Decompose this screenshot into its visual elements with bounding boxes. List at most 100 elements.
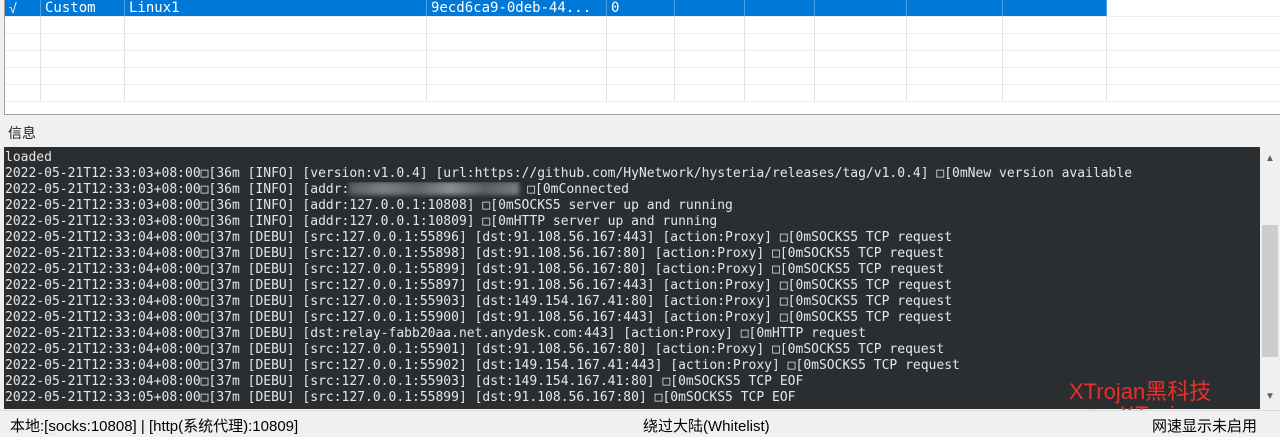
status-routing-mode[interactable]: 绕过大陆(Whitelist) bbox=[643, 415, 770, 436]
scroll-up-icon[interactable]: ▲ bbox=[1260, 151, 1280, 167]
log-line: 2022-05-21T12:33:03+08:00□[36m [INFO] [a… bbox=[5, 198, 1260, 214]
empty-cell bbox=[815, 34, 907, 50]
status-local-ports[interactable]: 本地:[socks:10808] | [http(系统代理):10809] bbox=[10, 415, 298, 436]
empty-cell bbox=[427, 51, 607, 67]
log-line-text: 2022-05-21T12:33:04+08:00□[37m [DEBU] [d… bbox=[5, 326, 866, 341]
server-cell bbox=[907, 0, 1003, 16]
server-alias-cell: Linux1 bbox=[125, 0, 427, 16]
empty-cell bbox=[907, 34, 1003, 50]
empty-cell bbox=[815, 85, 907, 101]
empty-cell bbox=[815, 17, 907, 33]
info-section-label: 信息 bbox=[8, 125, 36, 141]
empty-cell bbox=[41, 68, 125, 84]
log-line-text: 2022-05-21T12:33:05+08:00□[37m [DEBU] [s… bbox=[5, 390, 796, 405]
log-line-text: 2022-05-21T12:33:04+08:00□[37m [DEBU] [s… bbox=[5, 246, 945, 261]
empty-cell bbox=[907, 68, 1003, 84]
log-line: 2022-05-21T12:33:04+08:00□[37m [DEBU] [s… bbox=[5, 358, 1260, 374]
empty-cell bbox=[607, 51, 675, 67]
empty-cell bbox=[41, 34, 125, 50]
empty-cell bbox=[41, 51, 125, 67]
server-type-cell: Custom bbox=[41, 0, 125, 16]
server-cell bbox=[1003, 0, 1107, 16]
empty-cell bbox=[1003, 85, 1107, 101]
log-line-text: 2022-05-21T12:33:04+08:00□[37m [DEBU] [s… bbox=[5, 358, 960, 373]
empty-row bbox=[5, 68, 1280, 85]
empty-cell bbox=[675, 85, 745, 101]
log-line-tail: □[0mConnected bbox=[519, 182, 629, 197]
empty-cell bbox=[41, 17, 125, 33]
log-line-text: 2022-05-21T12:33:04+08:00□[37m [DEBU] [s… bbox=[5, 278, 953, 293]
empty-cell bbox=[5, 34, 41, 50]
log-line: 2022-05-21T12:33:04+08:00□[37m [DEBU] [s… bbox=[5, 294, 1260, 310]
log-line-text: 2022-05-21T12:33:04+08:00□[37m [DEBU] [s… bbox=[5, 262, 945, 277]
scroll-down-icon[interactable]: ▼ bbox=[1260, 389, 1280, 405]
log-line-text: 2022-05-21T12:33:04+08:00□[37m [DEBU] [s… bbox=[5, 230, 953, 245]
empty-rows bbox=[5, 17, 1280, 102]
log-line: 2022-05-21T12:33:04+08:00□[37m [DEBU] [s… bbox=[5, 310, 1260, 326]
empty-cell bbox=[125, 51, 427, 67]
status-speed: 网速显示未启用 bbox=[1152, 418, 1258, 435]
log-line: 2022-05-21T12:33:04+08:00□[37m [DEBU] [s… bbox=[5, 246, 1260, 262]
empty-cell bbox=[5, 51, 41, 67]
server-cell bbox=[745, 0, 815, 16]
log-line: 2022-05-21T12:33:03+08:00□[36m [INFO] [a… bbox=[5, 214, 1260, 230]
log-line: 2022-05-21T12:33:04+08:00□[37m [DEBU] [s… bbox=[5, 278, 1260, 294]
log-line: 2022-05-21T12:33:04+08:00□[37m [DEBU] [s… bbox=[5, 342, 1260, 358]
log-line-text: 2022-05-21T12:33:04+08:00□[37m [DEBU] [s… bbox=[5, 310, 953, 325]
empty-cell bbox=[815, 68, 907, 84]
log-line-text: 2022-05-21T12:33:03+08:00□[36m [INFO] [a… bbox=[5, 198, 733, 213]
empty-cell bbox=[815, 51, 907, 67]
empty-row bbox=[5, 51, 1280, 68]
empty-cell bbox=[5, 17, 41, 33]
empty-cell bbox=[427, 17, 607, 33]
log-line-text: 2022-05-21T12:33:04+08:00□[37m [DEBU] [s… bbox=[5, 374, 804, 389]
empty-cell bbox=[41, 85, 125, 101]
log-output-panel[interactable]: loaded 2022-05-21T12:33:03+08:00□[36m [IN… bbox=[4, 147, 1260, 409]
log-line: 2022-05-21T12:33:04+08:00□[37m [DEBU] [d… bbox=[5, 326, 1260, 342]
empty-row bbox=[5, 34, 1280, 51]
log-line-text: 2022-05-21T12:33:04+08:00□[37m [DEBU] [s… bbox=[5, 294, 953, 309]
log-line: loaded bbox=[5, 150, 1260, 166]
status-bar: 本地:[socks:10808] | [http(系统代理):10809] 绕过… bbox=[0, 410, 1280, 437]
empty-cell bbox=[1003, 34, 1107, 50]
empty-cell bbox=[675, 51, 745, 67]
log-line-text: 2022-05-21T12:33:03+08:00□[36m [INFO] [a… bbox=[5, 182, 350, 197]
empty-cell bbox=[1003, 51, 1107, 67]
server-port-cell: 0 bbox=[607, 0, 675, 16]
log-line-text: loaded bbox=[5, 150, 52, 165]
empty-cell bbox=[1003, 17, 1107, 33]
empty-cell bbox=[745, 34, 815, 50]
empty-cell bbox=[907, 51, 1003, 67]
empty-cell bbox=[745, 51, 815, 67]
empty-cell bbox=[745, 85, 815, 101]
log-line: 2022-05-21T12:33:04+08:00□[37m [DEBU] [s… bbox=[5, 230, 1260, 246]
log-line: 2022-05-21T12:33:04+08:00□[37m [DEBU] [s… bbox=[5, 262, 1260, 278]
log-line: 2022-05-21T12:33:03+08:00□[36m [INFO] [a… bbox=[5, 182, 1260, 198]
log-line-text: 2022-05-21T12:33:03+08:00□[36m [INFO] [a… bbox=[5, 214, 718, 229]
server-cell bbox=[675, 0, 745, 16]
empty-cell bbox=[607, 34, 675, 50]
redacted-address bbox=[349, 182, 520, 195]
server-row[interactable]: √ Custom Linux1 9ecd6ca9-0deb-44... 0 bbox=[5, 0, 1280, 17]
empty-cell bbox=[427, 85, 607, 101]
empty-cell bbox=[675, 68, 745, 84]
log-scrollbar[interactable]: ▲ ▼ bbox=[1260, 147, 1280, 409]
empty-cell bbox=[427, 34, 607, 50]
log-line-text: 2022-05-21T12:33:04+08:00□[37m [DEBU] [s… bbox=[5, 342, 945, 357]
empty-cell bbox=[607, 17, 675, 33]
empty-cell bbox=[125, 17, 427, 33]
empty-cell bbox=[675, 34, 745, 50]
empty-cell bbox=[125, 34, 427, 50]
empty-cell bbox=[907, 85, 1003, 101]
empty-cell bbox=[5, 68, 41, 84]
server-grid[interactable]: √ Custom Linux1 9ecd6ca9-0deb-44... 0 bbox=[4, 0, 1280, 115]
empty-cell bbox=[907, 17, 1003, 33]
empty-cell bbox=[745, 17, 815, 33]
empty-cell bbox=[607, 85, 675, 101]
server-cell bbox=[815, 0, 907, 16]
scrollbar-thumb[interactable] bbox=[1262, 225, 1278, 357]
empty-cell bbox=[745, 68, 815, 84]
log-line-text: 2022-05-21T12:33:03+08:00□[36m [INFO] [v… bbox=[5, 166, 1133, 181]
empty-row bbox=[5, 85, 1280, 102]
empty-cell bbox=[125, 68, 427, 84]
